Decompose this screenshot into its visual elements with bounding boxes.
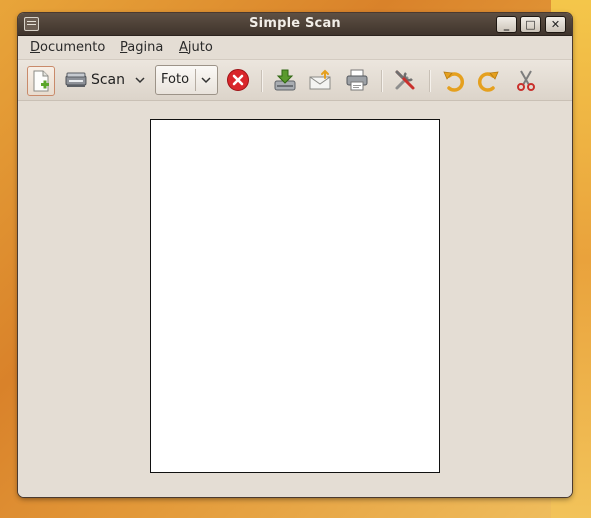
rotate-right-icon — [477, 71, 499, 92]
scan-button[interactable]: Scan — [65, 66, 125, 94]
window-title: Simple Scan — [249, 16, 341, 31]
new-document-icon — [33, 70, 49, 92]
crop-button[interactable] — [512, 66, 540, 94]
crop-icon — [517, 70, 535, 91]
chevron-down-icon — [135, 77, 145, 84]
menu-ajuto[interactable]: Ajuto — [179, 40, 213, 55]
title-bar[interactable]: Simple Scan _ □ ✕ — [18, 13, 572, 36]
toolbar: Scan Foto — [18, 60, 572, 101]
rotate-right-button[interactable] — [475, 66, 503, 94]
combo-divider — [195, 69, 196, 91]
maximize-button[interactable]: □ — [520, 16, 541, 33]
chevron-down-icon — [201, 77, 211, 84]
scan-mode-select[interactable]: Foto — [155, 65, 218, 95]
toolbar-separator — [261, 70, 262, 92]
page-preview[interactable] — [150, 119, 440, 473]
email-button[interactable] — [307, 66, 335, 94]
rotate-left-button[interactable] — [439, 66, 467, 94]
scan-mode-value: Foto — [161, 72, 190, 87]
menu-documento[interactable]: Documento — [30, 40, 105, 55]
preferences-icon — [395, 70, 415, 90]
email-icon — [309, 69, 331, 90]
stop-button[interactable] — [224, 66, 252, 94]
document-view — [18, 101, 572, 497]
toolbar-separator — [429, 70, 430, 92]
stop-icon — [227, 69, 249, 91]
menu-pagina[interactable]: Pagina — [120, 40, 163, 55]
print-button[interactable] — [343, 66, 371, 94]
scan-options-button[interactable] — [131, 66, 149, 94]
close-button[interactable]: ✕ — [545, 16, 566, 33]
scan-label: Scan — [90, 72, 125, 88]
toolbar-separator — [381, 70, 382, 92]
app-window: Simple Scan _ □ ✕ Documento Pagina Ajuto — [18, 13, 572, 497]
new-document-button[interactable] — [27, 66, 55, 96]
scanner-icon — [65, 72, 87, 87]
save-icon — [274, 69, 296, 91]
menu-bar: Documento Pagina Ajuto — [18, 36, 572, 60]
print-icon — [346, 69, 368, 91]
save-button[interactable] — [271, 66, 299, 94]
minimize-button[interactable]: _ — [496, 16, 517, 33]
rotate-left-icon — [443, 71, 465, 92]
preferences-button[interactable] — [391, 66, 419, 94]
